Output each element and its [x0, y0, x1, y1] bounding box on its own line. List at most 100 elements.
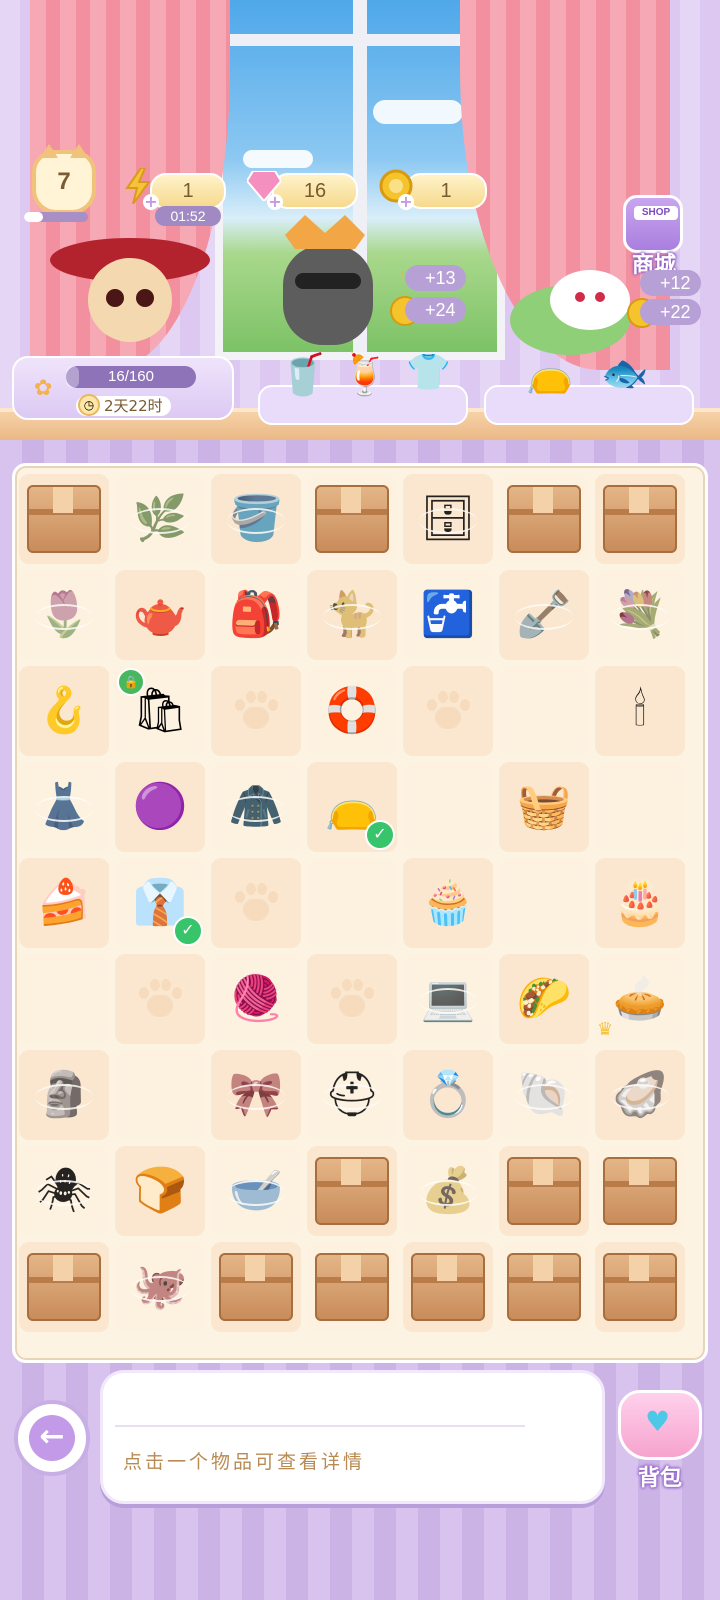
board-cell[interactable]: 👝 ✓: [307, 762, 397, 852]
cat-taco-icon[interactable]: 🌮: [507, 962, 581, 1036]
cardboard-box-icon[interactable]: [219, 1253, 293, 1321]
board-cell[interactable]: 🍰: [19, 858, 109, 948]
board-cell[interactable]: 🥧 ♛: [595, 954, 685, 1044]
board-cell[interactable]: 🌮: [499, 954, 589, 1044]
board-cell[interactable]: 🐈: [307, 570, 397, 660]
board-cell[interactable]: 💐: [595, 570, 685, 660]
board-cell[interactable]: [115, 954, 205, 1044]
board-cell[interactable]: 🎀: [211, 1050, 301, 1140]
board-cell[interactable]: [307, 1242, 397, 1332]
cat-backpack-icon[interactable]: 🎒: [219, 578, 293, 652]
candelabra-icon[interactable]: 🕯: [603, 674, 677, 748]
board-cell[interactable]: 👗: [19, 762, 109, 852]
board-cell[interactable]: 🗄: [403, 474, 493, 564]
spider-icon[interactable]: 🕷: [27, 1154, 101, 1228]
board-cell[interactable]: ⛑: [307, 1050, 397, 1140]
add-gems-icon[interactable]: +: [267, 194, 283, 210]
board-cell[interactable]: 🌷: [19, 570, 109, 660]
add-coins-icon[interactable]: +: [398, 194, 414, 210]
statue-icon[interactable]: 🗿: [27, 1058, 101, 1132]
board-cell[interactable]: 🕯: [595, 666, 685, 756]
board-cell[interactable]: [115, 1050, 205, 1140]
board-cell[interactable]: 🟣: [115, 762, 205, 852]
cardboard-box-icon[interactable]: [507, 485, 581, 553]
board-cell[interactable]: 🐚: [499, 1050, 589, 1140]
witch-cat-character[interactable]: [40, 200, 210, 350]
board-cell[interactable]: 🐙: [115, 1242, 205, 1332]
helmet-icon[interactable]: ⛑: [315, 1058, 389, 1132]
cardboard-box-icon[interactable]: [27, 485, 101, 553]
shovel-icon[interactable]: 🪏: [507, 578, 581, 652]
board-cell[interactable]: [595, 762, 685, 852]
cardboard-box-icon[interactable]: [603, 1157, 677, 1225]
add-energy-icon[interactable]: +: [143, 194, 159, 210]
board-cell[interactable]: 💻: [403, 954, 493, 1044]
cardboard-box-icon[interactable]: [507, 1157, 581, 1225]
gem-counter[interactable]: 16: [272, 173, 358, 209]
board-cell[interactable]: 🫖: [115, 570, 205, 660]
board-cell[interactable]: [403, 666, 493, 756]
board-cell[interactable]: [499, 474, 589, 564]
backpack-button[interactable]: 背包: [608, 1380, 712, 1498]
water-dispenser-icon[interactable]: 🚰: [411, 578, 485, 652]
board-cell[interactable]: 🧺: [499, 762, 589, 852]
board-cell[interactable]: [403, 1242, 493, 1332]
board-cell[interactable]: 🧶: [211, 954, 301, 1044]
king-cat-character[interactable]: [265, 215, 390, 345]
swim-ring-icon[interactable]: 🛟: [315, 674, 389, 748]
bread-icon[interactable]: 🍞: [123, 1154, 197, 1228]
cardboard-box-icon[interactable]: [411, 1253, 485, 1321]
board-cell[interactable]: [19, 474, 109, 564]
cabinet-icon[interactable]: 🗄: [411, 482, 485, 556]
board-cell[interactable]: 🦪: [595, 1050, 685, 1140]
purple-pillow-icon[interactable]: 🟣: [123, 770, 197, 844]
bouquet-icon[interactable]: 💐: [603, 578, 677, 652]
seashell-icon[interactable]: 🦪: [603, 1058, 677, 1132]
watering-can-icon[interactable]: 🪣: [219, 482, 293, 556]
ribbon-icon[interactable]: 🎀: [219, 1058, 293, 1132]
board-cell[interactable]: 🎂: [595, 858, 685, 948]
green-sweater-icon[interactable]: 🧶: [219, 962, 293, 1036]
board-cell[interactable]: [19, 954, 109, 1044]
board-cell[interactable]: [499, 858, 589, 948]
cardboard-box-icon[interactable]: [315, 485, 389, 553]
cardboard-box-icon[interactable]: [27, 1253, 101, 1321]
jewelry-box-icon[interactable]: 💍: [411, 1058, 485, 1132]
board-cell[interactable]: 🎒: [211, 570, 301, 660]
board-cell[interactable]: 👔 ✓: [115, 858, 205, 948]
board-cell[interactable]: [499, 1146, 589, 1236]
computer-icon[interactable]: 💻: [411, 962, 485, 1036]
energy-counter[interactable]: 1: [150, 173, 226, 209]
cardboard-box-icon[interactable]: [507, 1253, 581, 1321]
board-cell[interactable]: 🚰: [403, 570, 493, 660]
board-cell[interactable]: 🧥: [211, 762, 301, 852]
board-cell[interactable]: [211, 1242, 301, 1332]
board-cell[interactable]: 🌿: [115, 474, 205, 564]
board-cell[interactable]: 🪏: [499, 570, 589, 660]
order-tray-center[interactable]: 🥤 🍹 👕: [258, 352, 468, 425]
board-cell[interactable]: [499, 666, 589, 756]
board-cell[interactable]: 💰: [403, 1146, 493, 1236]
cardboard-box-icon[interactable]: [603, 485, 677, 553]
fruit-tart-icon[interactable]: 🥧: [603, 962, 677, 1036]
board-cell[interactable]: 💍: [403, 1050, 493, 1140]
clothes-rack-icon[interactable]: 🧥: [219, 770, 293, 844]
board-cell[interactable]: [307, 1146, 397, 1236]
coin-counter[interactable]: 1: [405, 173, 487, 209]
board-cell[interactable]: 🕷: [19, 1146, 109, 1236]
board-cell[interactable]: [499, 1242, 589, 1332]
board-cell[interactable]: [595, 1146, 685, 1236]
board-cell[interactable]: 🍞: [115, 1146, 205, 1236]
player-level-badge[interactable]: 7: [32, 144, 96, 214]
pitcher-icon[interactable]: 🫖: [123, 578, 197, 652]
event-progress-card[interactable]: ✿ 16/160 2天22时 ◷: [12, 356, 234, 420]
board-cell[interactable]: [595, 474, 685, 564]
shell-icon[interactable]: 🐚: [507, 1058, 581, 1132]
cardboard-box-icon[interactable]: [603, 1253, 677, 1321]
board-cell[interactable]: [403, 762, 493, 852]
fruit-basket-icon[interactable]: 🧺: [507, 770, 581, 844]
dress-icon[interactable]: 👗: [27, 770, 101, 844]
board-cell[interactable]: [211, 858, 301, 948]
board-cell[interactable]: 🛟: [307, 666, 397, 756]
board-cell[interactable]: 🥣: [211, 1146, 301, 1236]
